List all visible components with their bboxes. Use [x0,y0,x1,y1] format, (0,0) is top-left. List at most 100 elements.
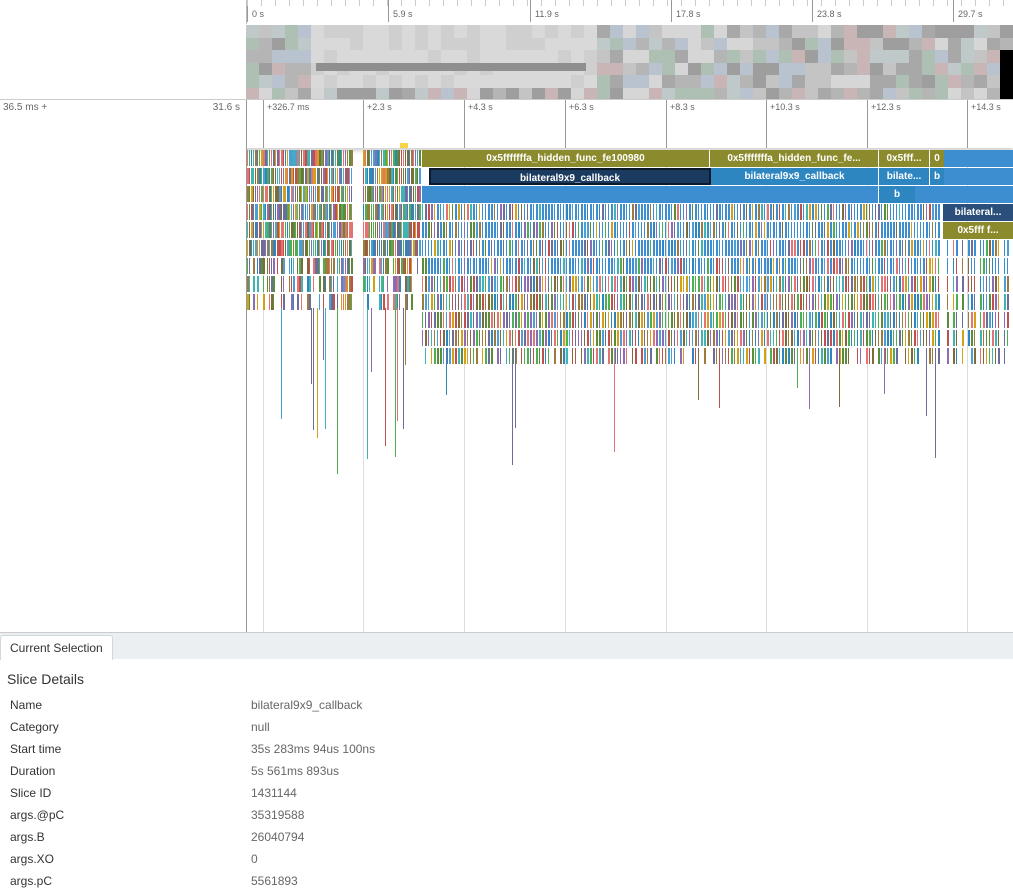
flame-slice[interactable] [740,240,742,256]
flame-slice[interactable] [593,204,594,220]
flame-slice[interactable] [455,222,457,238]
flame-slice[interactable] [291,276,292,292]
flame-slice[interactable] [860,258,861,274]
flame-slice[interactable] [920,312,921,328]
flame-slice[interactable] [986,240,988,256]
flame-slice[interactable] [533,330,535,346]
flame-slice[interactable] [253,186,254,202]
flame-slice[interactable] [743,294,744,310]
flame-slice[interactable] [902,258,903,274]
flame-slice[interactable] [440,222,442,238]
flame-slice[interactable] [409,168,410,184]
flame-slice[interactable] [611,294,613,310]
flame-slice[interactable] [464,330,466,346]
flame-slice[interactable] [500,294,502,310]
flame-slice[interactable] [587,294,588,310]
flame-slice[interactable] [713,312,714,328]
slice-hidden-func[interactable]: 0x5fff f... [943,222,1013,239]
flame-slice[interactable] [428,240,429,256]
flame-slice[interactable] [257,258,258,274]
flame-slice[interactable] [911,276,913,292]
flame-slice[interactable] [569,258,571,274]
flame-slice[interactable] [686,222,688,238]
flame-slice[interactable] [548,294,549,310]
flame-slice[interactable] [821,294,822,310]
flame-slice[interactable] [313,240,314,256]
flame-slice[interactable] [482,330,483,346]
flame-slice[interactable] [671,330,672,346]
flame-slice[interactable] [440,276,441,292]
flame-slice[interactable] [434,330,435,346]
flame-slice[interactable] [587,258,589,274]
flame-slice[interactable] [596,204,598,220]
flame-slice[interactable] [683,204,684,220]
flame-slice[interactable] [659,204,661,220]
flame-slice[interactable] [989,294,991,310]
flame-slice[interactable] [689,258,690,274]
flame-slice[interactable] [725,330,726,346]
flame-slice[interactable] [369,222,370,238]
flame-slice[interactable] [818,258,819,274]
flame-slice[interactable] [341,240,342,256]
flame-slice[interactable] [500,258,501,274]
flame-slice[interactable] [872,330,873,346]
flame-slice[interactable] [845,240,846,256]
flame-slice[interactable] [674,312,675,328]
flame-slice[interactable] [539,348,540,364]
flame-slice[interactable] [584,312,586,328]
flame-slice[interactable] [824,222,825,238]
flame-slice[interactable] [680,330,682,346]
flame-slice[interactable] [671,204,672,220]
flame-slice[interactable] [875,312,876,328]
flame-slice[interactable] [587,348,589,364]
flame-slice[interactable] [647,294,649,310]
flame-slice[interactable] [287,168,288,184]
flame-slice[interactable] [470,312,472,328]
flame-slice[interactable] [530,312,532,328]
flame-slice[interactable] [482,204,483,220]
flame-slice[interactable] [938,222,940,238]
flame-slice[interactable] [261,168,262,184]
flame-slice[interactable] [403,150,404,166]
flame-slice[interactable] [752,330,753,346]
flame-slice[interactable] [470,330,471,346]
flame-slice[interactable] [411,186,412,202]
flame-slice[interactable] [602,258,603,274]
flame-slice[interactable] [530,204,532,220]
flame-slice[interactable] [986,312,988,328]
flame-slice[interactable] [593,222,594,238]
flame-slice[interactable] [746,204,747,220]
flame-slice[interactable] [464,204,465,220]
flame-slice[interactable] [917,222,918,238]
flame-slice[interactable] [285,222,286,238]
flame-slice[interactable] [524,258,525,274]
flame-slice[interactable] [650,312,652,328]
flame-slice[interactable] [509,312,510,328]
flame-slice[interactable] [980,276,981,292]
flame-slice[interactable] [417,168,418,184]
flame-slice[interactable] [575,330,576,346]
flame-slice[interactable] [842,240,843,256]
flame-slice[interactable] [575,258,576,274]
flame-slice[interactable] [662,276,664,292]
flame-slice[interactable] [911,240,913,256]
flame-slice[interactable] [869,294,871,310]
flame-slice[interactable] [331,276,332,292]
flame-slice[interactable] [611,240,612,256]
flame-slice[interactable] [992,258,993,274]
flame-slice[interactable] [794,348,795,364]
flame-slice[interactable] [788,276,790,292]
flame-slice[interactable] [551,312,553,328]
flame-slice[interactable] [782,204,784,220]
flame-slice[interactable] [866,276,867,292]
flame-slice[interactable] [629,222,630,238]
flame-slice[interactable] [902,312,903,328]
flame-slice[interactable] [806,204,808,220]
flame-slice[interactable] [653,312,655,328]
flame-slice[interactable] [992,312,993,328]
flame-slice[interactable] [839,204,840,220]
flame-slice[interactable] [704,222,706,238]
flame-slice[interactable] [920,204,922,220]
flame-slice[interactable] [740,204,741,220]
flame-slice[interactable] [470,240,472,256]
